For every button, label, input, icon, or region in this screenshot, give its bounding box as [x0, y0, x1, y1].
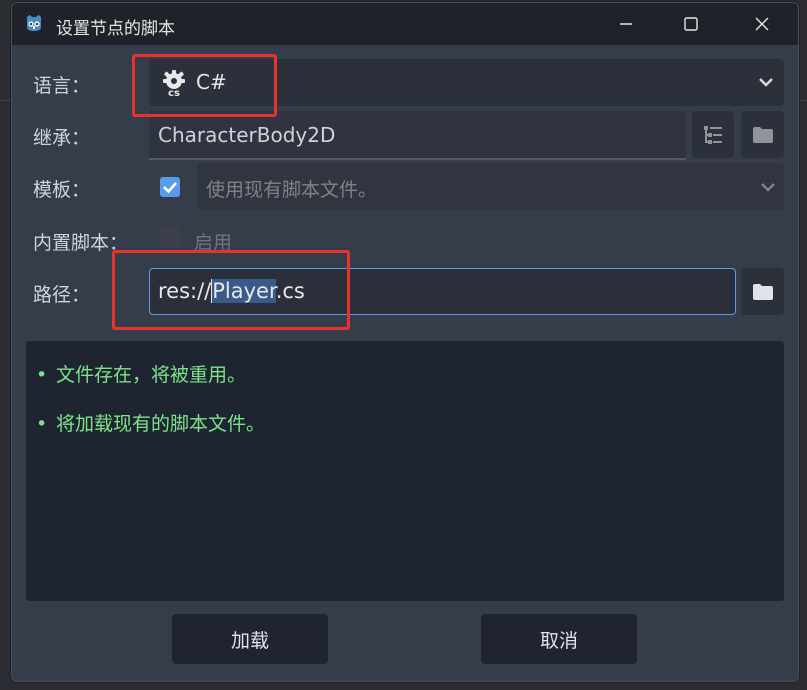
godot-logo-icon [26, 15, 42, 31]
background-line [0, 100, 11, 101]
message-text: 将加载现有的脚本文件。 [56, 413, 266, 435]
checkmark-icon [163, 182, 177, 194]
template-value: 使用现有脚本文件。 [206, 179, 378, 201]
maximize-button[interactable] [668, 9, 714, 39]
template-label: 模板： [33, 179, 91, 201]
message-item: • 文件存在，将被重用。 [36, 360, 246, 387]
inherits-value: CharacterBody2D [158, 123, 336, 147]
message-item: • 将加载现有的脚本文件。 [36, 409, 265, 436]
inherits-field[interactable]: CharacterBody2D [149, 111, 686, 160]
minimize-button[interactable] [603, 9, 649, 39]
minimize-icon [620, 23, 632, 25]
message-bullet: • [36, 413, 48, 435]
close-button[interactable] [739, 9, 785, 39]
builtin-checkbox[interactable] [160, 228, 180, 248]
status-messages: • 文件存在，将被重用。 • 将加载现有的脚本文件。 [26, 341, 784, 601]
class-tree-button[interactable] [692, 111, 734, 158]
path-browse-button[interactable] [741, 268, 784, 315]
load-button[interactable]: 加载 [172, 614, 328, 664]
script-dialog: 设置节点的脚本 语言： cs C# 继承： CharacterBody2D 模板… [11, 2, 799, 682]
title-bar: 设置节点的脚本 [12, 3, 798, 45]
template-dropdown[interactable]: 使用现有脚本文件。 [197, 163, 784, 210]
inherits-label: 继承： [33, 127, 91, 149]
message-text: 文件存在，将被重用。 [56, 364, 247, 386]
message-bullet: • [36, 364, 48, 386]
language-highlight-box [132, 54, 277, 117]
language-label: 语言： [33, 75, 91, 97]
path-highlight-box [112, 250, 350, 330]
inherits-browse-button[interactable] [741, 111, 784, 158]
folder-icon [752, 126, 773, 143]
close-icon [755, 17, 769, 31]
template-checkbox[interactable] [160, 177, 180, 197]
chevron-down-icon [759, 78, 773, 87]
path-label: 路径： [33, 284, 91, 306]
chevron-down-icon [761, 183, 775, 192]
window-title: 设置节点的脚本 [56, 19, 175, 39]
cancel-button[interactable]: 取消 [481, 614, 637, 664]
folder-icon [752, 283, 773, 300]
class-tree-icon [704, 125, 722, 144]
maximize-icon [684, 17, 698, 31]
